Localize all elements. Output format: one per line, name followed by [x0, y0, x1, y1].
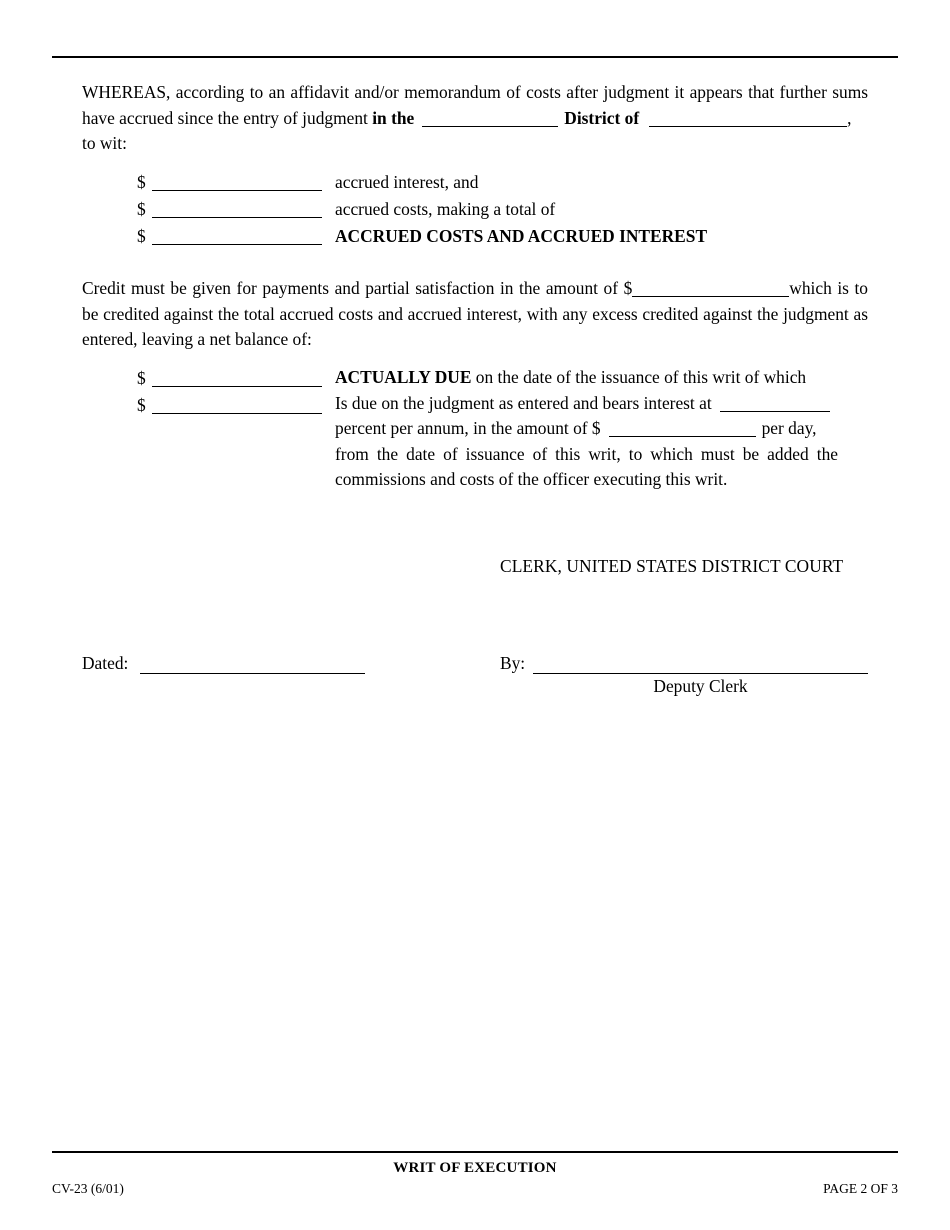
footer-divider — [52, 1151, 898, 1153]
in-the-label: in the — [372, 107, 415, 128]
per-day-text-b: per day, — [761, 418, 817, 438]
actually-due-amount-blank[interactable] — [152, 369, 322, 387]
clerk-title: CLERK, UNITED STATES DISTRICT COURT — [500, 556, 844, 576]
district-of-label: District of — [564, 107, 640, 128]
interest-rate-line: Is due on the judgment as entered and be… — [335, 391, 838, 417]
currency-symbol: $ — [137, 395, 146, 415]
to-wit-label: to wit: — [82, 133, 127, 153]
accrued-total-amount-blank[interactable] — [152, 227, 322, 245]
credit-amount-blank[interactable] — [632, 281, 790, 297]
writ-of-execution-page: WHEREAS, according to an affidavit and/o… — [0, 0, 950, 1230]
accrued-total-row: $ ACCRUED COSTS AND ACCRUED INTEREST — [137, 223, 707, 250]
per-day-line: percent per annum, in the amount of $ per… — [335, 416, 838, 442]
whereas-comma: , — [847, 107, 852, 128]
accrued-costs-row: $ accrued costs, making a total of — [137, 196, 555, 223]
actually-due-row: $ — [137, 365, 322, 392]
actually-due-label: ACTUALLY DUE — [335, 367, 472, 387]
signature-input-blank[interactable] — [533, 673, 868, 674]
district-name-blank[interactable] — [649, 111, 848, 127]
due-description-paragraph: ACTUALLY DUE on the date of the issuance… — [335, 365, 838, 493]
accrued-amounts-block: $ accrued interest, and $ accrued costs,… — [137, 169, 707, 250]
currency-symbol: $ — [137, 199, 146, 219]
actually-due-rest: on the date of the issuance of this writ… — [475, 367, 807, 387]
per-day-text-a: percent per annum, in the amount of $ — [335, 418, 601, 438]
accrued-interest-label: accrued interest, and — [335, 172, 479, 192]
accrued-total-label: ACCRUED COSTS AND ACCRUED INTEREST — [335, 226, 708, 246]
by-label: By: — [500, 653, 526, 673]
whereas-paragraph: WHEREAS, according to an affidavit and/o… — [82, 80, 868, 157]
accrued-costs-amount-blank[interactable] — [152, 200, 322, 218]
judgment-due-row: $ — [137, 392, 322, 419]
footer-form-number: CV-23 (6/01) — [52, 1181, 124, 1196]
district-number-blank[interactable] — [422, 111, 559, 127]
judgment-due-amount-blank[interactable] — [152, 396, 322, 414]
currency-symbol: $ — [137, 172, 146, 192]
actually-due-line: ACTUALLY DUE on the date of the issuance… — [335, 365, 838, 391]
accrued-interest-row: $ accrued interest, and — [137, 169, 478, 196]
accrued-costs-label: accrued costs, making a total of — [335, 199, 556, 219]
commissions-line: from the date of issuance of this writ, … — [335, 443, 838, 490]
credit-text-part1: Credit must be given for payments and pa… — [82, 278, 633, 298]
accrued-interest-amount-blank[interactable] — [152, 173, 322, 191]
per-day-amount-blank[interactable] — [608, 421, 756, 437]
interest-rate-text: Is due on the judgment as entered and be… — [335, 392, 712, 413]
footer-form-title: WRIT OF EXECUTION — [393, 1160, 557, 1176]
due-amounts-block: $ $ — [137, 365, 322, 419]
currency-symbol: $ — [137, 368, 146, 388]
credit-paragraph: Credit must be given for payments and pa… — [82, 276, 868, 353]
header-divider — [52, 56, 898, 58]
dated-label: Dated: — [82, 653, 129, 673]
dated-input-blank[interactable] — [140, 673, 365, 674]
deputy-clerk-label: Deputy Clerk — [653, 676, 748, 696]
currency-symbol: $ — [137, 226, 146, 246]
footer-page-number: PAGE 2 OF 3 — [823, 1181, 898, 1196]
interest-rate-blank[interactable] — [719, 396, 830, 412]
